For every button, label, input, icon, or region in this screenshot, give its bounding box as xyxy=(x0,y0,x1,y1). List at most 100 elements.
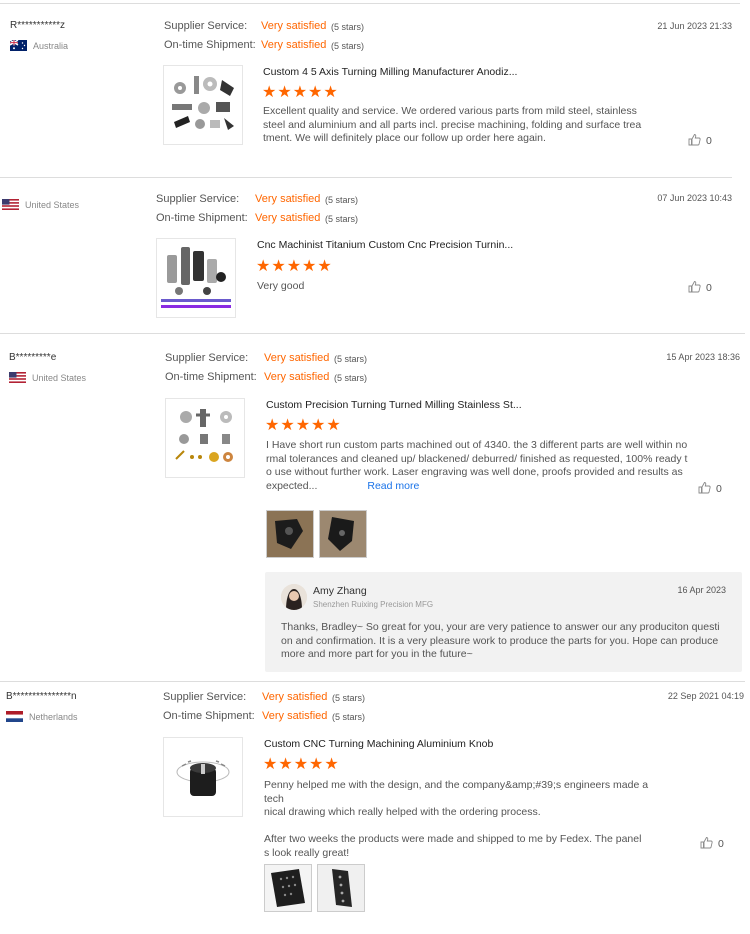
review-divider xyxy=(0,681,745,682)
flag-australia-icon xyxy=(10,40,27,51)
review-text-truncated: expected... xyxy=(266,479,318,492)
review-text-line: I Have short run custom parts machined o… xyxy=(266,439,688,451)
review-text-line: Excellent quality and service. We ordere… xyxy=(263,105,637,117)
like-button[interactable]: 0 xyxy=(698,481,722,497)
ontime-shipment-stars: (5 stars) xyxy=(331,41,365,51)
read-more-link[interactable]: Read more xyxy=(367,480,419,492)
review-text-line: After two weeks the products were made a… xyxy=(264,833,642,845)
supplier-reply: Amy Zhang Shenzhen Ruixing Precision MFG… xyxy=(265,572,742,672)
reply-author: Amy Zhang xyxy=(313,585,367,597)
flag-usa-icon xyxy=(9,372,26,383)
reviewer-country: United States xyxy=(2,199,79,210)
supplier-service-label: Supplier Service: xyxy=(165,352,249,364)
product-thumbnail[interactable] xyxy=(163,737,243,817)
country-label: Netherlands xyxy=(29,711,78,722)
thumbs-up-icon xyxy=(688,280,701,296)
thumbs-up-icon xyxy=(698,481,711,497)
review-photo[interactable] xyxy=(317,864,365,912)
ontime-shipment-label: On-time Shipment: xyxy=(156,212,248,224)
flag-usa-icon xyxy=(2,199,19,210)
reply-text: Thanks, Bradley~ So great for you, your … xyxy=(281,621,731,662)
ontime-shipment-value: Very satisfied xyxy=(262,710,328,722)
like-count: 0 xyxy=(718,838,724,850)
country-label: United States xyxy=(32,372,87,383)
product-title[interactable]: Custom CNC Turning Machining Aluminium K… xyxy=(264,738,493,750)
ontime-shipment-stars: (5 stars) xyxy=(334,373,368,383)
ontime-shipment-stars: (5 stars) xyxy=(332,712,366,722)
reply-text-line: Thanks, Bradley~ So great for you, your … xyxy=(281,621,720,633)
product-thumbnail[interactable] xyxy=(163,65,243,145)
like-count: 0 xyxy=(706,282,712,294)
ontime-shipment-value: Very satisfied xyxy=(264,371,330,383)
review-text-line: o use without further work. Laser engrav… xyxy=(266,466,683,478)
product-title[interactable]: Cnc Machinist Titanium Custom Cnc Precis… xyxy=(257,239,513,251)
review-text-line: nical drawing which really helped with t… xyxy=(264,806,541,818)
supplier-service-stars: (5 stars) xyxy=(331,22,365,32)
thumbs-up-icon xyxy=(700,836,713,852)
supplier-service-label: Supplier Service: xyxy=(164,20,248,32)
supplier-service-value: Very satisfied xyxy=(264,352,330,364)
supplier-service-value: Very satisfied xyxy=(255,193,321,205)
review-text-line: steel and aluminium and all parts incl. … xyxy=(263,118,642,131)
thumbs-up-icon xyxy=(688,133,701,149)
reply-date: 16 Apr 2023 xyxy=(677,585,726,595)
review-text-line: rmal tolerances and cleaned up/ blackene… xyxy=(266,452,688,465)
supplier-service-label: Supplier Service: xyxy=(156,193,240,205)
product-thumbnail[interactable] xyxy=(165,398,245,478)
reply-company: Shenzhen Ruixing Precision MFG xyxy=(313,600,434,609)
supplier-service-stars: (5 stars) xyxy=(325,195,359,205)
ontime-shipment-stars: (5 stars) xyxy=(325,214,359,224)
reply-text-line: on and confirmation. It is a very pleasu… xyxy=(281,634,719,647)
reviewer-name: B***************n xyxy=(6,691,77,702)
review-date: 15 Apr 2023 18:36 xyxy=(666,352,740,362)
review-divider xyxy=(0,333,745,334)
review-photo[interactable] xyxy=(319,510,367,558)
supplier-service-stars: (5 stars) xyxy=(332,693,366,703)
review-text: Penny helped me with the design, and the… xyxy=(264,779,664,860)
rating-stars: ★★★★★ xyxy=(262,84,339,101)
review-text-line: s look really great! xyxy=(264,846,350,859)
avatar xyxy=(281,584,307,610)
review-text: Excellent quality and service. We ordere… xyxy=(263,105,653,146)
like-button[interactable]: 0 xyxy=(688,280,712,296)
ontime-shipment-label: On-time Shipment: xyxy=(165,371,257,383)
product-thumbnail[interactable] xyxy=(156,238,236,318)
ontime-shipment-value: Very satisfied xyxy=(255,212,321,224)
review-text-line: Penny helped me with the design, and the… xyxy=(264,779,649,805)
review-photo[interactable] xyxy=(264,864,312,912)
top-divider xyxy=(0,3,740,4)
supplier-service-value: Very satisfied xyxy=(261,20,327,32)
ontime-shipment-label: On-time Shipment: xyxy=(164,39,256,51)
review-date: 07 Jun 2023 10:43 xyxy=(657,193,732,203)
review-text: Very good xyxy=(257,280,647,294)
product-title[interactable]: Custom Precision Turning Turned Milling … xyxy=(266,399,522,411)
like-button[interactable]: 0 xyxy=(688,133,712,149)
rating-stars: ★★★★★ xyxy=(256,258,333,275)
review-date: 21 Jun 2023 21:33 xyxy=(657,21,732,31)
like-button[interactable]: 0 xyxy=(700,836,724,852)
reviewer-name: R***********z xyxy=(10,20,66,31)
review-date: 22 Sep 2021 04:19 xyxy=(667,691,744,701)
review-text-line: expected... Read more xyxy=(266,480,706,494)
flag-netherlands-icon xyxy=(6,711,23,722)
review-text: I Have short run custom parts machined o… xyxy=(266,439,706,493)
review-text-line: Very good xyxy=(257,280,305,292)
ontime-shipment-value: Very satisfied xyxy=(261,39,327,51)
product-title[interactable]: Custom 4 5 Axis Turning Milling Manufact… xyxy=(263,66,517,78)
review-text-line: tment. We will definitely place our foll… xyxy=(263,132,546,144)
reply-text-line: more and more part for you in the future… xyxy=(281,648,473,660)
supplier-service-value: Very satisfied xyxy=(262,691,328,703)
country-label: United States xyxy=(25,199,80,210)
review-divider xyxy=(0,177,732,178)
like-count: 0 xyxy=(706,135,712,147)
supplier-service-label: Supplier Service: xyxy=(163,691,247,703)
reviewer-country: Netherlands xyxy=(6,711,78,722)
review-text-line xyxy=(264,820,664,834)
rating-stars: ★★★★★ xyxy=(265,417,342,434)
review-photo[interactable] xyxy=(266,510,314,558)
reviewer-country: United States xyxy=(9,372,86,383)
supplier-service-stars: (5 stars) xyxy=(334,354,368,364)
reviewer-country: Australia xyxy=(10,40,68,51)
country-label: Australia xyxy=(33,40,69,51)
rating-stars: ★★★★★ xyxy=(263,756,340,773)
